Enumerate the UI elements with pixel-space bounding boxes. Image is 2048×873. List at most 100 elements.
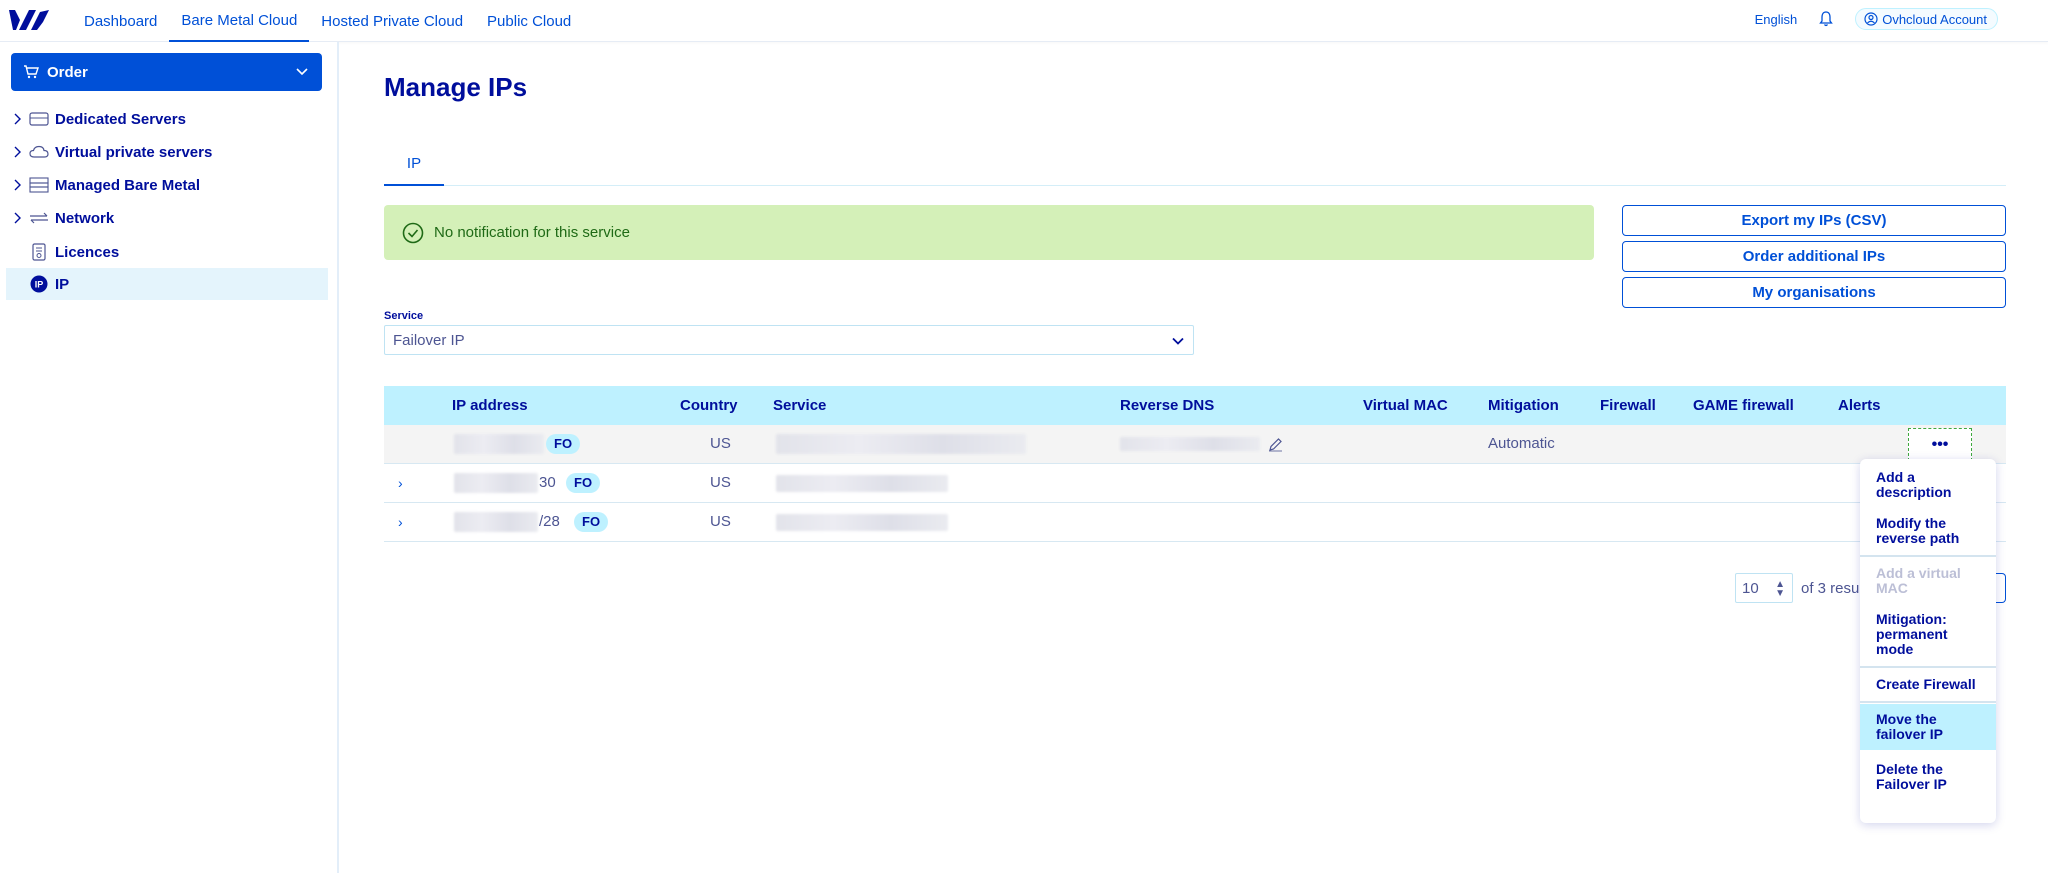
- my-organisations-button[interactable]: My organisations: [1622, 277, 2006, 308]
- column-mitigation[interactable]: Mitigation: [1488, 386, 1559, 425]
- chevron-right-icon: [6, 146, 28, 158]
- redacted-service: [776, 514, 948, 531]
- sidebar-item-label: Dedicated Servers: [55, 110, 186, 128]
- column-service[interactable]: Service: [773, 386, 826, 425]
- country-cell: US: [710, 435, 731, 452]
- chevron-right-icon: [6, 212, 28, 224]
- column-alerts[interactable]: Alerts: [1838, 386, 1881, 425]
- sidebar-item-network[interactable]: Network: [6, 202, 328, 234]
- sidebar-item-dedicated-servers[interactable]: Dedicated Servers: [6, 103, 328, 135]
- sidebar-item-ip[interactable]: IP IP: [6, 268, 328, 300]
- column-firewall[interactable]: Firewall: [1600, 386, 1656, 425]
- fo-badge: FO: [566, 473, 601, 493]
- chevron-down-icon: [1172, 337, 1184, 345]
- page-title: Manage IPs: [384, 72, 528, 102]
- chevron-down-icon: [296, 68, 308, 76]
- column-country[interactable]: Country: [680, 386, 738, 425]
- nav-public-cloud[interactable]: Public Cloud: [475, 0, 583, 42]
- sidebar-item-licences[interactable]: Licences: [6, 236, 328, 268]
- per-page-select[interactable]: 10 ▲ ▼: [1735, 573, 1793, 603]
- row-actions-menu: Add a description Modify the reverse pat…: [1860, 459, 1996, 823]
- cart-icon: [24, 65, 39, 79]
- sidebar-item-label: Licences: [55, 243, 120, 261]
- ip-actions: Export my IPs (CSV) Order additional IPs…: [1622, 205, 2006, 313]
- column-ip-address[interactable]: IP address: [452, 386, 528, 425]
- menu-add-virtual-mac: Add a virtual MAC: [1876, 565, 1961, 596]
- redacted-ip: [454, 512, 538, 532]
- menu-mitigation-permanent[interactable]: Mitigation: permanent mode: [1860, 604, 1996, 665]
- fo-badge: FO: [574, 512, 609, 532]
- per-page-value: 10: [1742, 579, 1759, 597]
- order-additional-ips-button[interactable]: Order additional IPs: [1622, 241, 2006, 272]
- expand-row-icon[interactable]: ›: [398, 503, 403, 541]
- ip-table: IP address Country Service Reverse DNS V…: [384, 386, 2006, 542]
- notification-text: No notification for this service: [434, 224, 630, 241]
- order-button[interactable]: Order: [11, 53, 322, 91]
- arrows-icon: [28, 209, 50, 227]
- ip-suffix: /28: [539, 513, 560, 530]
- menu-move-failover-ip[interactable]: Move the failover IP: [1860, 704, 1996, 750]
- menu-add-description[interactable]: Add a description: [1860, 462, 1996, 508]
- menu-modify-reverse-path[interactable]: Modify the reverse path: [1860, 508, 1996, 554]
- sidebar-item-label: Virtual private servers: [55, 143, 213, 161]
- nav-hosted-private-cloud[interactable]: Hosted Private Cloud: [309, 0, 475, 42]
- check-circle-icon: [402, 222, 424, 243]
- top-navigation: Dashboard Bare Metal Cloud Hosted Privat…: [0, 0, 2048, 42]
- nav-dashboard[interactable]: Dashboard: [72, 0, 169, 42]
- menu-delete-failover-ip[interactable]: Delete the Failover IP: [1860, 754, 1996, 800]
- chevron-right-icon: [6, 179, 28, 191]
- table-row: › 30 FO US: [384, 464, 2006, 503]
- table-row: FO US Automatic •••: [384, 425, 2006, 464]
- edit-icon[interactable]: [1268, 437, 1283, 452]
- results-count: of 3 resul: [1801, 579, 1863, 597]
- pagination: 10 ▲ ▼ of 3 resul: [1735, 573, 1863, 603]
- redacted-ip: [454, 434, 544, 454]
- user-icon: [1864, 12, 1878, 26]
- table-header: IP address Country Service Reverse DNS V…: [384, 386, 2006, 425]
- export-csv-button[interactable]: Export my IPs (CSV): [1622, 205, 2006, 236]
- cloud-icon: [28, 143, 50, 161]
- column-reverse-dns[interactable]: Reverse DNS: [1120, 386, 1214, 425]
- country-cell: US: [710, 474, 731, 491]
- sidebar: Order Dedicated Servers Virtual private …: [0, 42, 339, 873]
- menu-divider: [1860, 555, 1996, 557]
- tab-ip[interactable]: IP: [384, 148, 444, 186]
- nav-bare-metal-cloud[interactable]: Bare Metal Cloud: [169, 0, 310, 42]
- ip-icon: IP: [28, 275, 50, 293]
- column-game-firewall[interactable]: GAME firewall: [1693, 386, 1794, 425]
- service-label: Service: [384, 310, 424, 322]
- menu-create-firewall[interactable]: Create Firewall: [1860, 669, 1996, 700]
- document-icon: [28, 243, 50, 261]
- redacted-reverse-dns: [1120, 437, 1260, 451]
- column-virtual-mac[interactable]: Virtual MAC: [1363, 386, 1448, 425]
- row-actions-button[interactable]: •••: [1908, 428, 1972, 461]
- server-icon: [28, 110, 50, 128]
- expand-row-icon[interactable]: ›: [398, 464, 403, 502]
- notifications-bell-icon[interactable]: [1817, 10, 1835, 28]
- service-select[interactable]: Failover IP: [384, 325, 1194, 355]
- sidebar-item-managed-bare-metal[interactable]: Managed Bare Metal: [6, 169, 328, 201]
- sidebar-item-label: Network: [55, 209, 115, 227]
- mitigation-cell: Automatic: [1488, 435, 1555, 452]
- language-selector[interactable]: English: [1755, 12, 1798, 27]
- chevron-right-icon: [6, 113, 28, 125]
- menu-divider: [1860, 666, 1996, 668]
- sidebar-item-label: Managed Bare Metal: [55, 176, 201, 194]
- notification-banner: No notification for this service: [384, 205, 1594, 260]
- ovhcloud-logo[interactable]: [7, 6, 51, 34]
- account-label: Ovhcloud Account: [1882, 11, 1987, 27]
- country-cell: US: [710, 513, 731, 530]
- menu-divider: [1860, 701, 1996, 703]
- table-row: › /28 FO US: [384, 503, 2006, 542]
- fo-badge: FO: [546, 434, 581, 454]
- up-down-icon: ▲ ▼: [1775, 579, 1785, 599]
- svg-text:IP: IP: [35, 280, 44, 290]
- sidebar-item-vps[interactable]: Virtual private servers: [6, 136, 328, 168]
- stack-icon: [28, 176, 50, 194]
- redacted-service: [776, 475, 948, 492]
- account-button[interactable]: Ovhcloud Account: [1855, 8, 1998, 30]
- ip-suffix: 30: [539, 474, 556, 491]
- sidebar-item-label: IP: [55, 275, 70, 293]
- service-select-value: Failover IP: [393, 331, 465, 349]
- redacted-ip: [454, 473, 538, 493]
